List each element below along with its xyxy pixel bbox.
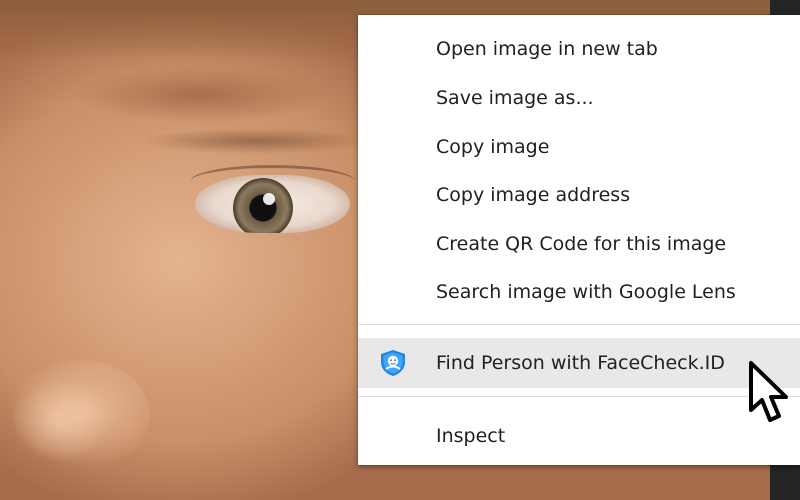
menu-separator — [358, 324, 800, 325]
menu-item-create-qr-code[interactable]: Create QR Code for this image — [358, 220, 800, 268]
menu-item-label: Save image as... — [436, 87, 594, 109]
iris — [233, 178, 293, 233]
menu-item-label: Copy image — [436, 136, 550, 158]
eye-glint — [263, 193, 275, 205]
eye — [195, 175, 350, 233]
menu-item-label: Copy image address — [436, 184, 631, 206]
menu-item-save-image-as[interactable]: Save image as... — [358, 74, 800, 122]
mouse-pointer-icon — [749, 361, 788, 422]
menu-item-copy-image-address[interactable]: Copy image address — [358, 171, 800, 219]
menu-item-inspect[interactable]: Inspect — [358, 412, 800, 460]
menu-item-label: Open image in new tab — [436, 38, 658, 60]
eyebrow — [140, 128, 370, 154]
menu-separator — [358, 396, 800, 397]
facecheck-shield-icon — [381, 350, 405, 376]
menu-item-open-image-new-tab[interactable]: Open image in new tab — [358, 25, 800, 73]
menu-item-label: Create QR Code for this image — [436, 233, 727, 255]
menu-item-label: Inspect — [436, 425, 506, 447]
menu-item-search-google-lens[interactable]: Search image with Google Lens — [358, 268, 800, 316]
nose — [10, 360, 150, 470]
menu-item-label: Find Person with FaceCheck.ID — [436, 352, 725, 374]
menu-item-copy-image[interactable]: Copy image — [358, 123, 800, 171]
context-menu: Open image in new tab Save image as... C… — [358, 15, 800, 465]
menu-item-find-person-facecheck[interactable]: Find Person with FaceCheck.ID — [358, 338, 800, 388]
menu-item-label: Search image with Google Lens — [436, 281, 736, 303]
